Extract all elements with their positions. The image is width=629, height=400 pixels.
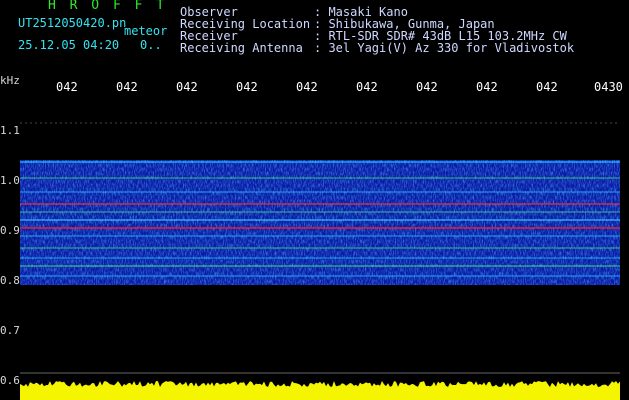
x-tick: 042 xyxy=(236,80,258,94)
y-tick: 0.8 xyxy=(0,274,20,287)
x-tick: 042 xyxy=(416,80,438,94)
software-title: H R O F F T xyxy=(48,0,168,13)
x-tick: 042 xyxy=(356,80,378,94)
timestamp: 25.12.05 04:20 xyxy=(18,38,120,52)
y-axis-unit: kHz xyxy=(0,74,20,87)
y-tick: 0.6 xyxy=(0,374,20,387)
count: 0.. xyxy=(140,38,162,52)
x-tick: 042 xyxy=(116,80,138,94)
type-label: meteor xyxy=(124,24,168,38)
y-tick: 0.7 xyxy=(0,324,20,337)
spectrogram-image xyxy=(20,122,620,400)
x-tick: 042 xyxy=(56,80,78,94)
y-tick: 1.0 xyxy=(0,174,20,187)
x-tick: 042 xyxy=(536,80,558,94)
y-tick: 0.9 xyxy=(0,224,20,237)
x-tick: 042 xyxy=(476,80,498,94)
filename: UT2512050420.pn xyxy=(18,16,127,30)
level-fill xyxy=(20,381,620,400)
y-tick: 1.1 xyxy=(0,124,20,137)
meta-value-antenna: : 3el Yagi(V) Az 330 for Vladivostok xyxy=(314,41,575,55)
meta-label-antenna: Receiving Antenna xyxy=(180,41,303,55)
signal-level-trace xyxy=(20,381,620,400)
x-tick: 042 xyxy=(296,80,318,94)
x-tick: 0430 xyxy=(594,80,623,94)
x-tick: 042 xyxy=(176,80,198,94)
